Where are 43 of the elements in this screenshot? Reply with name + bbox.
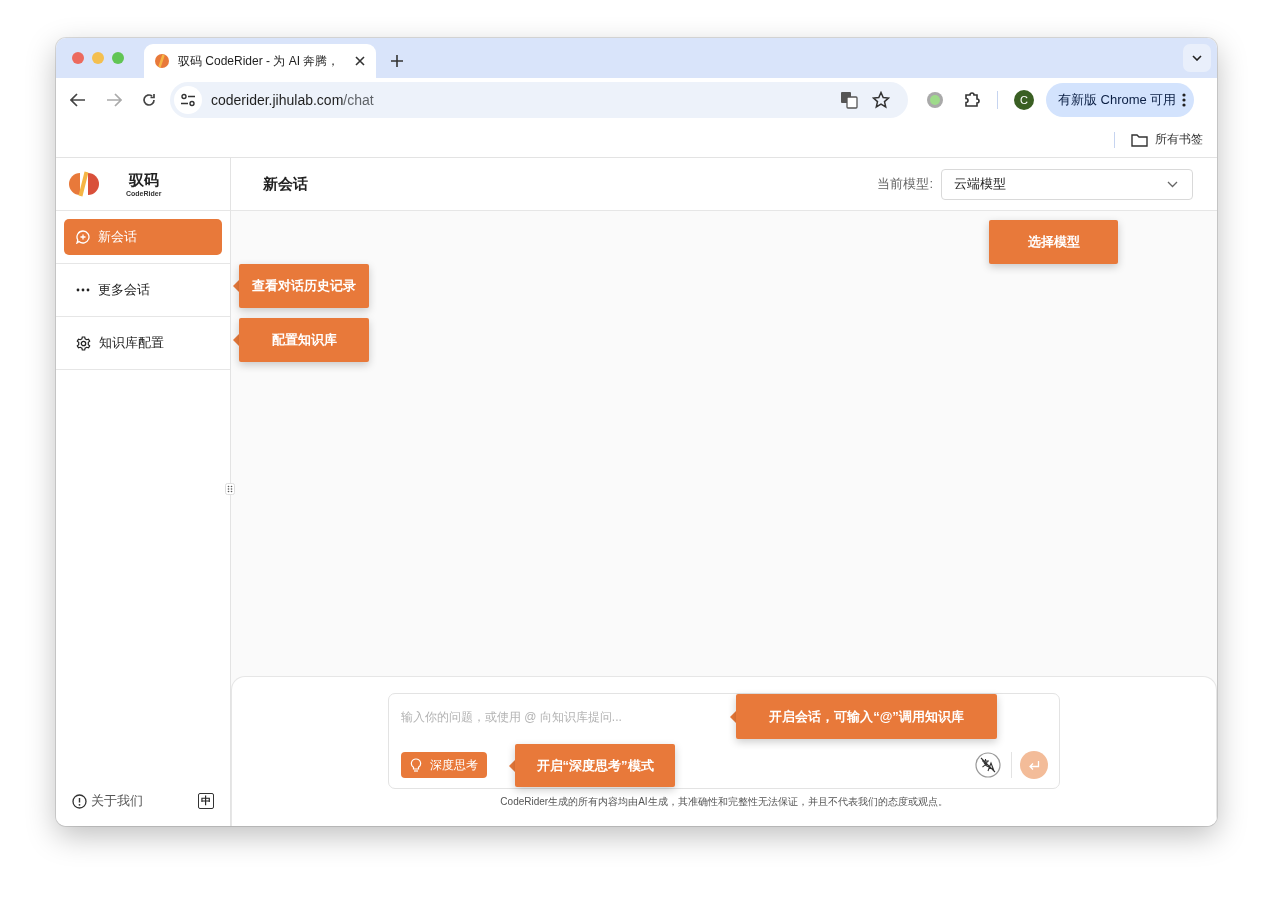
reload-icon[interactable]: [142, 93, 156, 107]
brand-name: 驭码: [128, 171, 159, 190]
enter-icon: [1028, 759, 1040, 771]
language-toggle[interactable]: 中: [198, 793, 214, 809]
model-label: 当前模型:: [877, 175, 933, 193]
tab-list-button[interactable]: [1183, 44, 1211, 72]
back-icon[interactable]: [70, 93, 86, 107]
star-icon[interactable]: [872, 91, 890, 109]
tooltip-callout: 开启“深度思考”模式: [509, 744, 675, 787]
sidebar-item[interactable]: 更多会话: [56, 263, 230, 316]
plus-icon[interactable]: [390, 54, 404, 68]
tooltip-callout: 开启会话，可输入“@”调用知识库: [730, 694, 997, 739]
folder-icon: [1131, 132, 1148, 147]
chat-plus-icon: [76, 230, 90, 244]
disclaimer-text: CodeRider生成的所有内容均由AI生成，其准确性和完整性无法保证，并且不代表我们的态度或观点。: [500, 795, 948, 809]
tooltip-callout: 选择模型: [989, 220, 1118, 264]
update-chrome-button[interactable]: 有新版 Chrome 可用: [1046, 83, 1195, 117]
lightbulb-icon: [410, 757, 422, 773]
tooltip-callout: 配置知识库: [233, 318, 369, 362]
all-bookmarks-button[interactable]: 所有书签: [1131, 131, 1203, 148]
profile-avatar[interactable]: C: [1014, 90, 1034, 110]
more-vertical-icon: [1182, 93, 1187, 107]
close-icon[interactable]: [354, 55, 366, 67]
translate-icon[interactable]: [840, 91, 858, 109]
tune-icon: [180, 93, 196, 107]
tooltip-callout: 查看对话历史记录: [233, 264, 369, 308]
site-settings-button[interactable]: [174, 86, 202, 114]
logo-icon: [68, 170, 100, 198]
gear-icon: [76, 335, 91, 351]
about-link[interactable]: 关于我们: [72, 792, 143, 810]
translate-off-icon[interactable]: [975, 752, 1001, 778]
extension-dot-icon[interactable]: [926, 91, 944, 109]
more-horizontal-icon: [76, 288, 90, 292]
sidebar-item[interactable]: 知识库配置: [56, 316, 230, 369]
chevron-down-icon: [1167, 180, 1178, 188]
browser-tab[interactable]: 驭码 CodeRider - 为 AI 奔腾，: [144, 44, 376, 78]
logo-icon: [154, 53, 170, 69]
model-dropdown[interactable]: 云端模型: [941, 168, 1193, 200]
drag-handle-icon[interactable]: [225, 483, 235, 495]
puzzle-icon[interactable]: [963, 91, 981, 109]
chevron-down-icon: [1192, 55, 1202, 61]
page-title: 新会话: [263, 174, 309, 194]
info-icon: [72, 793, 87, 809]
